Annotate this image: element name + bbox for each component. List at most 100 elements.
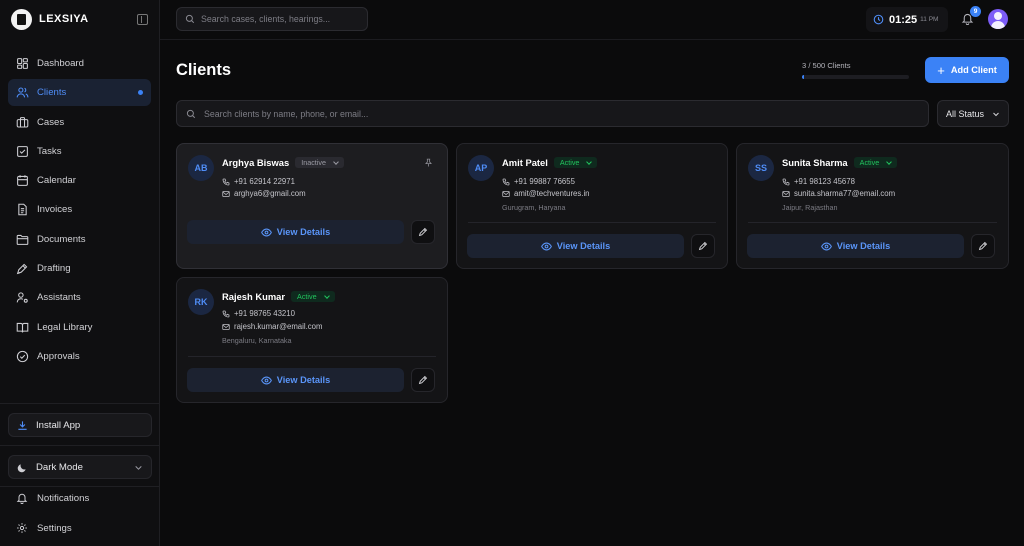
mail-icon: [222, 190, 230, 197]
pencil-icon: [698, 241, 708, 251]
phone-icon: [782, 178, 790, 185]
client-phone: +91 98765 43210: [222, 309, 295, 318]
client-email-text: amit@techventures.in: [514, 189, 590, 198]
sidebar-item-dashboard[interactable]: Dashboard: [8, 50, 151, 77]
sidebar-item-approvals[interactable]: Approvals: [8, 343, 151, 370]
phone-icon: [222, 178, 230, 185]
mail-icon: [782, 190, 790, 197]
client-avatar: AP: [468, 155, 494, 181]
status-badge[interactable]: Active: [853, 157, 898, 168]
book-icon: [16, 322, 29, 333]
edit-client-button[interactable]: [411, 220, 435, 244]
install-app-label: Install App: [36, 419, 81, 431]
chevron-down-icon: [333, 158, 339, 165]
sidebar-item-legal-library[interactable]: Legal Library: [8, 314, 151, 341]
divider: [0, 486, 160, 487]
chevron-down-icon: [135, 465, 142, 470]
divider: [468, 222, 716, 223]
settings-link[interactable]: Settings: [16, 522, 72, 534]
client-search-input[interactable]: Search clients by name, phone, or email.…: [176, 100, 929, 127]
brand: LEXSIYA: [0, 0, 159, 38]
client-name: Sunita Sharma Active: [782, 157, 898, 168]
brand-name: LEXSIYA: [39, 13, 89, 25]
phone-icon: [222, 310, 230, 317]
status-badge[interactable]: Active: [553, 157, 598, 168]
client-card[interactable]: SS Sunita Sharma Active +91 98123 45678 s…: [736, 143, 1009, 269]
client-location: Jaipur, Rajasthan: [782, 203, 838, 212]
pin-icon[interactable]: [424, 158, 433, 167]
divider: [0, 445, 160, 446]
clock-icon: [873, 14, 884, 25]
edit-client-button[interactable]: [971, 234, 995, 258]
settings-label: Settings: [37, 522, 72, 534]
client-quota-text: 3 / 500 Clients: [802, 61, 851, 70]
status-badge[interactable]: Active: [291, 291, 335, 302]
client-quota-fill: [802, 75, 804, 79]
client-location: Gurugram, Haryana: [502, 203, 566, 212]
sidebar-item-documents[interactable]: Documents: [8, 226, 151, 253]
client-phone-text: +91 62914 22971: [234, 177, 295, 186]
sidebar-item-label: Cases: [37, 116, 65, 128]
sidebar-item-calendar[interactable]: Calendar: [8, 167, 151, 194]
add-client-button[interactable]: + Add Client: [925, 57, 1009, 83]
view-details-button[interactable]: View Details: [187, 220, 404, 244]
status-badge[interactable]: Inactive: [295, 157, 344, 168]
sidebar-item-label: Invoices: [37, 204, 73, 216]
divider: [188, 356, 436, 357]
view-details-button[interactable]: View Details: [187, 368, 404, 392]
sidebar-item-label: Clients: [37, 87, 67, 99]
client-search-placeholder: Search clients by name, phone, or email.…: [204, 108, 369, 119]
client-card[interactable]: AP Amit Patel Active +91 99887 76655 amit…: [456, 143, 728, 269]
pencil-icon: [418, 227, 428, 237]
view-details-button[interactable]: View Details: [467, 234, 684, 258]
edit-client-button[interactable]: [691, 234, 715, 258]
client-phone: +91 99887 76655: [502, 177, 575, 186]
notifications-link[interactable]: Notifications: [16, 492, 89, 504]
client-quota-bar: [802, 75, 909, 79]
client-email-text: rajesh.kumar@email.com: [234, 322, 323, 331]
user-avatar[interactable]: [988, 9, 1008, 29]
search-icon: [186, 109, 196, 118]
sidebar-item-label: Legal Library: [37, 321, 93, 333]
notification-count-badge: 9: [970, 6, 981, 17]
pen-icon: [16, 263, 28, 275]
sidebar-item-clients[interactable]: Clients: [8, 79, 151, 107]
theme-label: Dark Mode: [36, 461, 83, 473]
clock: 01:25 11 PM: [866, 7, 948, 32]
sidebar-item-assistants[interactable]: Assistants: [8, 284, 151, 311]
client-email: sunita.sharma77@email.com: [782, 189, 895, 198]
sidebar-collapse-icon[interactable]: [137, 13, 148, 25]
client-phone-text: +91 99887 76655: [514, 177, 575, 186]
divider: [0, 403, 160, 404]
phone-icon: [502, 178, 510, 185]
edit-client-button[interactable]: [411, 368, 435, 392]
sidebar-item-invoices[interactable]: Invoices: [8, 196, 151, 223]
eye-icon: [540, 242, 552, 250]
sidebar-item-drafting[interactable]: Drafting: [8, 255, 151, 282]
client-card[interactable]: AB Arghya Biswas Inactive +91 62914 22971…: [176, 143, 448, 269]
page-title: Clients: [176, 61, 232, 79]
add-client-label: Add Client: [950, 65, 997, 75]
status-filter-select[interactable]: All Status: [937, 100, 1009, 127]
sidebar-item-cases[interactable]: Cases: [8, 109, 151, 136]
sidebar-item-label: Tasks: [37, 145, 62, 157]
client-phone-text: +91 98123 45678: [794, 177, 855, 186]
client-name: Arghya Biswas Inactive: [222, 157, 344, 168]
chevron-down-icon: [586, 158, 593, 165]
install-app-button[interactable]: Install App: [8, 413, 152, 437]
global-search-placeholder: Search cases, clients, hearings...: [201, 14, 331, 24]
global-search-input[interactable]: Search cases, clients, hearings...: [176, 7, 368, 31]
client-card[interactable]: RK Rajesh Kumar Active +91 98765 43210 ra…: [176, 277, 448, 403]
status-badge-text: Active: [559, 158, 580, 167]
view-details-button[interactable]: View Details: [747, 234, 964, 258]
chevron-down-icon: [886, 158, 893, 165]
sidebar-item-label: Documents: [37, 233, 86, 245]
client-name-text: Amit Patel: [502, 157, 548, 168]
sidebar-item-tasks[interactable]: Tasks: [8, 138, 151, 165]
notifications-label: Notifications: [37, 492, 90, 504]
download-icon: [18, 420, 27, 430]
view-details-label: View Details: [836, 241, 891, 251]
view-details-label: View Details: [276, 227, 331, 237]
client-phone: +91 98123 45678: [782, 177, 855, 186]
theme-select[interactable]: Dark Mode: [8, 455, 152, 479]
